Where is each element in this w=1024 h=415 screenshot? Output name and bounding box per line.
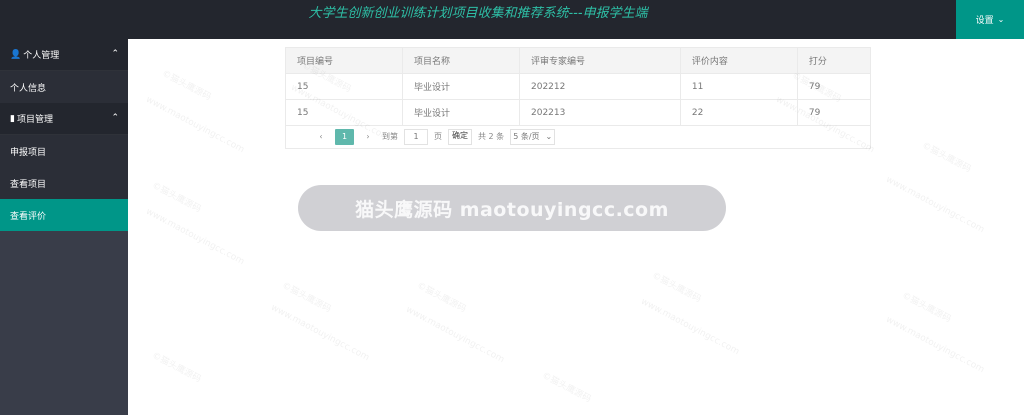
sidebar: 👤 个人管理 ⌃ 个人信息 ▮ 项目管理 ⌃ 申报项目 查看项目 查看评价 — [0, 39, 128, 415]
user-icon: 👤 — [10, 49, 22, 60]
prev-page-icon[interactable]: ‹ — [313, 129, 329, 145]
watermark-banner: 猫头鹰源码 maotouyingcc.com — [298, 185, 726, 231]
next-page-icon[interactable]: › — [360, 129, 376, 145]
table-row[interactable]: 15 毕业设计 202213 22 79 — [285, 99, 872, 126]
sidebar-item-personal-info[interactable]: 个人信息 — [0, 71, 128, 103]
sidebar-item-view-project[interactable]: 查看项目 — [0, 167, 128, 199]
comment-icon: ▮ — [10, 113, 15, 124]
chevron-up-icon: ⌃ — [111, 113, 119, 123]
total-count: 共 2 条 — [478, 132, 505, 141]
sidebar-item-apply-project[interactable]: 申报项目 — [0, 135, 128, 167]
table-cell: 毕业设计 — [402, 99, 520, 126]
pagination: ‹ 1 › 到第 页 确定 共 2 条 5 条/页 ⌄ — [285, 125, 871, 149]
table-cell: 79 — [796, 73, 872, 100]
table-cell: 202213 — [519, 99, 681, 126]
column-header: 打分 — [796, 47, 872, 74]
column-header: 项目编号 — [285, 47, 403, 74]
goto-label: 到第 — [382, 132, 398, 141]
app-title: 大学生创新创业训练计划项目收集和推荐系统---申报学生端 — [308, 6, 648, 21]
settings-button[interactable]: 设置 ⌄ — [956, 0, 1024, 39]
chevron-down-icon: ⌄ — [997, 15, 1005, 24]
sidebar-group-project[interactable]: ▮ 项目管理 ⌃ — [0, 103, 128, 135]
confirm-button[interactable]: 确定 — [448, 128, 472, 145]
goto-page-input[interactable] — [404, 128, 428, 145]
column-header: 评审专家编号 — [519, 47, 681, 74]
table-row[interactable]: 15 毕业设计 202212 11 79 — [285, 73, 872, 100]
column-header: 评价内容 — [679, 47, 798, 74]
top-header: 大学生创新创业训练计划项目收集和推荐系统---申报学生端 设置 ⌄ — [0, 0, 1024, 39]
settings-label: 设置 — [975, 16, 994, 26]
chevron-up-icon: ⌃ — [111, 49, 119, 59]
table-cell: 22 — [679, 99, 798, 126]
sidebar-group-personal[interactable]: 👤 个人管理 ⌃ — [0, 39, 128, 71]
page-size-select[interactable]: 5 条/页 ⌄ — [510, 128, 556, 145]
table-cell: 11 — [679, 73, 798, 100]
column-header: 项目名称 — [402, 47, 520, 74]
table-cell: 15 — [285, 99, 403, 126]
review-table: 项目编号 项目名称 评审专家编号 评价内容 打分 15 毕业设计 202212 … — [285, 47, 872, 126]
sidebar-item-view-review[interactable]: 查看评价 — [0, 199, 128, 231]
table-header-row: 项目编号 项目名称 评审专家编号 评价内容 打分 — [285, 47, 872, 74]
sidebar-group-label: 项目管理 — [16, 115, 53, 125]
page-unit-label: 页 — [434, 132, 442, 141]
table-cell: 79 — [796, 99, 872, 126]
table-cell: 202212 — [519, 73, 681, 100]
page-current[interactable]: 1 — [335, 128, 354, 145]
sidebar-group-label: 个人管理 — [23, 51, 60, 61]
page-size-value: 5 条/页 — [513, 132, 540, 141]
table-cell: 毕业设计 — [402, 73, 520, 100]
chevron-down-icon: ⌄ — [545, 132, 553, 141]
table-cell: 15 — [285, 73, 403, 100]
